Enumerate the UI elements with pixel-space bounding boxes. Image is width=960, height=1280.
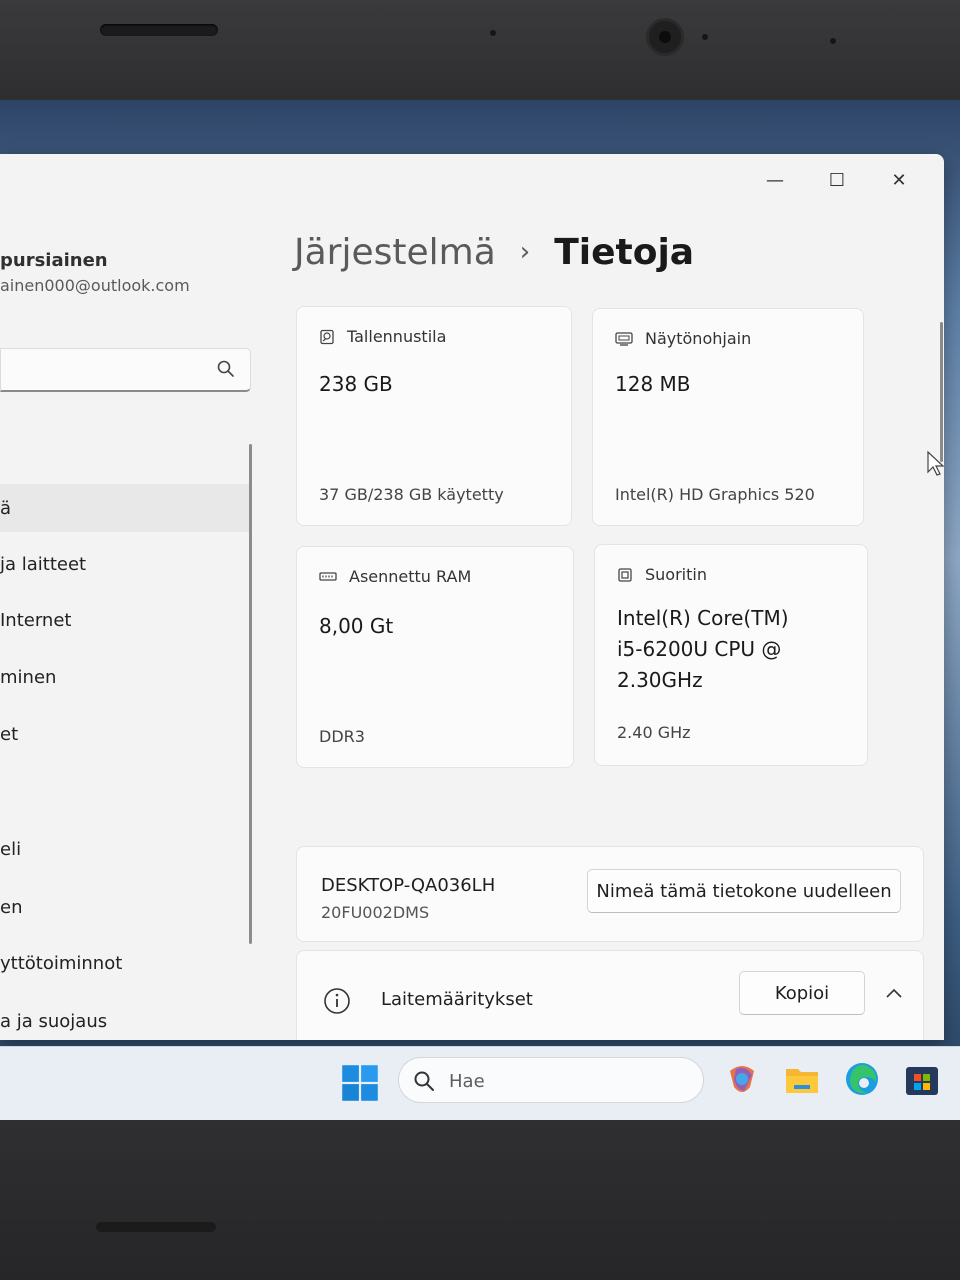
- laptop-bezel-bottom: [0, 1120, 960, 1280]
- user-name: pursiainen: [0, 250, 108, 271]
- sidebar-item-system[interactable]: ä: [0, 484, 249, 532]
- sidebar-scrollbar[interactable]: [249, 444, 252, 944]
- storage-used: 37 GB/238 GB käytetty: [319, 485, 504, 504]
- bezel-sensor: [490, 30, 496, 36]
- gpu-value: 128 MB: [615, 372, 691, 396]
- maximize-button[interactable]: ☐: [806, 162, 868, 198]
- display-adapter-icon: [615, 331, 633, 346]
- ram-title: Asennettu RAM: [349, 567, 472, 586]
- user-email: ainen000@outlook.com: [0, 276, 190, 295]
- breadcrumb-parent[interactable]: Järjestelmä: [294, 232, 496, 273]
- page-title: Tietoja: [554, 232, 695, 273]
- store-icon[interactable]: [902, 1059, 942, 1099]
- laptop-bezel-top: [0, 0, 960, 100]
- search-icon: [217, 360, 234, 377]
- gpu-card[interactable]: Näytönohjain 128 MB Intel(R) HD Graphics…: [592, 308, 864, 526]
- cpu-card[interactable]: Suoritin Intel(R) Core(TM) i5-6200U CPU …: [594, 544, 868, 766]
- rename-pc-button[interactable]: Nimeä tämä tietokone uudelleen: [587, 869, 901, 913]
- cpu-speed: 2.40 GHz: [617, 723, 691, 742]
- edge-icon[interactable]: [842, 1059, 882, 1099]
- sidebar-item-label: ä: [0, 497, 12, 519]
- mouse-cursor-icon: [927, 450, 944, 476]
- info-icon: [324, 988, 350, 1014]
- taskbar-search-label: Hae: [449, 1071, 485, 1092]
- sidebar-item-accessibility[interactable]: yttötoiminnot: [0, 939, 249, 987]
- storage-icon: [320, 329, 334, 344]
- search-icon: [414, 1071, 434, 1091]
- webcam-icon: [646, 18, 684, 56]
- close-button[interactable]: ✕: [868, 162, 930, 198]
- ram-value: 8,00 Gt: [319, 614, 394, 638]
- bezel-sensor: [702, 34, 708, 40]
- cpu-title: Suoritin: [645, 565, 707, 584]
- sidebar-item-network-internet[interactable]: Internet: [0, 596, 249, 644]
- chevron-up-icon[interactable]: [885, 987, 903, 999]
- screen: — ☐ ✕ pursiainen ainen000@outlook.com ä …: [0, 100, 960, 1120]
- device-name: DESKTOP-QA036LH: [321, 875, 496, 896]
- window-controls: — ☐ ✕: [744, 162, 930, 198]
- sidebar-item-label: en: [0, 896, 23, 918]
- taskbar-search[interactable]: Hae: [398, 1057, 704, 1103]
- copy-button[interactable]: Kopioi: [739, 971, 865, 1015]
- cpu-value-line: Intel(R) Core(TM): [617, 606, 789, 630]
- sidebar-item-bluetooth-devices[interactable]: ja laitteet: [0, 540, 249, 588]
- sidebar-item-label: Internet: [0, 609, 72, 631]
- settings-search-input[interactable]: [0, 348, 251, 392]
- sidebar-item-label: minen: [0, 666, 57, 688]
- memory-icon: [319, 571, 337, 581]
- gpu-card-header: Näytönohjain: [615, 329, 751, 348]
- content-scrollbar[interactable]: [940, 322, 943, 462]
- sidebar-item-label: ja laitteet: [0, 553, 87, 575]
- ram-card-header: Asennettu RAM: [319, 567, 471, 586]
- sidebar-item-label: yttötoiminnot: [0, 952, 123, 974]
- device-name-panel: DESKTOP-QA036LH 20FU002DMS Nimeä tämä ti…: [296, 846, 924, 942]
- taskbar: Hae: [0, 1046, 960, 1120]
- device-specs-title: Laitemääritykset: [381, 989, 533, 1010]
- sidebar-item-personalization[interactable]: minen: [0, 653, 249, 701]
- gpu-title: Näytönohjain: [645, 329, 752, 348]
- ram-type: DDR3: [319, 727, 365, 746]
- sidebar-item-gaming[interactable]: eli: [0, 825, 249, 873]
- copilot-icon[interactable]: [722, 1059, 762, 1099]
- storage-card[interactable]: Tallennustila 238 GB 37 GB/238 GB käytet…: [296, 306, 572, 526]
- gpu-name: Intel(R) HD Graphics 520: [615, 485, 815, 504]
- file-explorer-icon[interactable]: [782, 1059, 822, 1099]
- sidebar-item-label: et: [0, 723, 19, 745]
- ram-card[interactable]: Asennettu RAM 8,00 Gt DDR3: [296, 546, 574, 768]
- breadcrumb: Järjestelmä › Tietoja: [294, 232, 694, 273]
- bezel-sensor: [830, 38, 836, 44]
- settings-window: — ☐ ✕ pursiainen ainen000@outlook.com ä …: [0, 154, 944, 1040]
- bezel-slot: [100, 24, 218, 36]
- sidebar-item-label: eli: [0, 838, 22, 860]
- storage-value: 238 GB: [319, 372, 393, 396]
- sidebar-item-label: a ja suojaus: [0, 1010, 108, 1032]
- cpu-value: Intel(R) Core(TM) i5-6200U CPU @ 2.30GHz: [617, 603, 789, 696]
- processor-icon: [618, 567, 632, 582]
- device-specs-panel[interactable]: Laitemääritykset Kopioi: [296, 950, 924, 1040]
- cpu-card-header: Suoritin: [617, 565, 707, 584]
- sidebar-item-accessibility-prev[interactable]: en: [0, 883, 249, 931]
- device-model: 20FU002DMS: [321, 903, 430, 922]
- breadcrumb-separator: ›: [519, 237, 531, 267]
- bezel-slot: [96, 1222, 216, 1232]
- minimize-button[interactable]: —: [744, 162, 806, 198]
- sidebar-item-privacy-security[interactable]: a ja suojaus: [0, 997, 249, 1040]
- cpu-value-line: i5-6200U CPU @: [617, 637, 782, 661]
- start-icon[interactable]: [340, 1063, 380, 1103]
- storage-card-header: Tallennustila: [319, 327, 446, 346]
- cpu-value-line: 2.30GHz: [617, 668, 703, 692]
- storage-title: Tallennustila: [347, 327, 447, 346]
- sidebar-item-apps[interactable]: et: [0, 710, 249, 758]
